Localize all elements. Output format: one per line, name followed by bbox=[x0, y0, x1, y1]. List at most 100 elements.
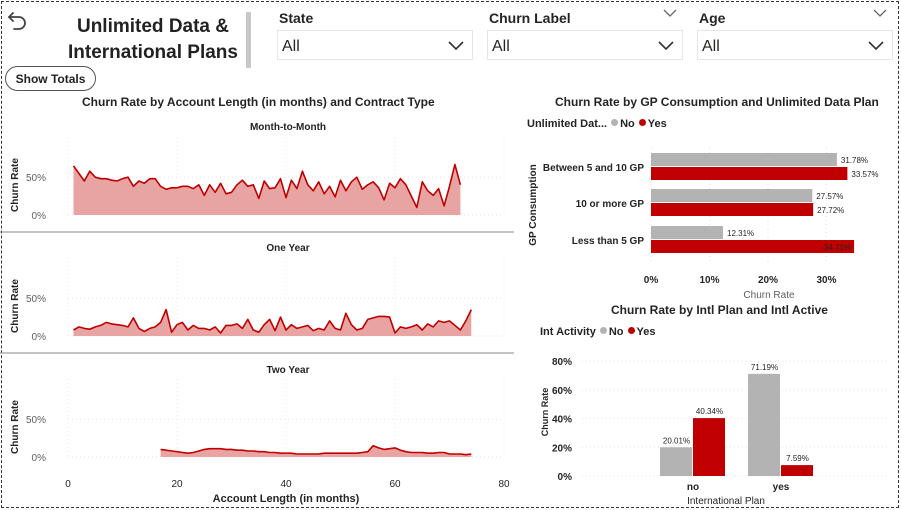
y-tick-label: 0% bbox=[32, 211, 47, 222]
account-length-area-chart: Month-to-Month Churn Rate 0% 50% One Year Chu… bbox=[0, 122, 514, 505]
bar-no bbox=[651, 153, 837, 166]
y-tick-label: 80% bbox=[552, 357, 572, 368]
state-dropdown[interactable]: All bbox=[277, 30, 473, 60]
gp-consumption-chart-title: Churn Rate by GP Consumption and Unlimit… bbox=[555, 95, 879, 109]
category-label: 10 or more GP bbox=[576, 199, 645, 210]
clear-selections-icon[interactable] bbox=[873, 8, 887, 18]
age-dropdown-value: All bbox=[702, 38, 720, 55]
churn-label-dropdown-value: All bbox=[492, 38, 510, 55]
title-accent-bar bbox=[246, 12, 251, 68]
bar-yes bbox=[781, 465, 813, 476]
y-tick-label: 0% bbox=[558, 472, 573, 483]
category-label: no bbox=[687, 482, 699, 493]
series-area bbox=[73, 164, 461, 215]
age-slicer-label: Age bbox=[699, 10, 726, 26]
page-title: Unlimited Data & International Plans bbox=[62, 14, 244, 66]
bar-yes bbox=[651, 203, 814, 216]
x-axis-title: Account Length (in months) bbox=[213, 493, 360, 505]
y-tick-label: 40% bbox=[552, 415, 572, 426]
intl-plan-chart-title: Churn Rate by Intl Plan and Intl Active bbox=[611, 303, 828, 317]
age-slicer: Age All bbox=[697, 6, 893, 62]
data-label: 20.01% bbox=[663, 436, 690, 445]
panel-title: One Year bbox=[266, 243, 309, 254]
legend-yes-label: Yes bbox=[647, 118, 667, 130]
bar-no bbox=[651, 226, 724, 239]
intl-plan-bar-chart: 0% 20% 40% 60% 80% Churn Rate 20.01% 40.34% no 71… bbox=[540, 357, 890, 507]
chevron-down-icon bbox=[448, 41, 464, 51]
chevron-down-icon bbox=[868, 41, 884, 51]
x-tick-label: 10% bbox=[699, 275, 719, 286]
gp-consumption-bar-chart: 0% 10% 20% 30% Churn Rate GP Consumption Betwe… bbox=[528, 148, 879, 301]
age-dropdown[interactable]: All bbox=[697, 30, 893, 60]
y-tick-label: 50% bbox=[26, 415, 46, 426]
category-label: Between 5 and 10 GP bbox=[543, 163, 644, 174]
series-area bbox=[160, 445, 472, 457]
data-label: 12.31% bbox=[727, 229, 754, 238]
y-axis-title: GP Consumption bbox=[528, 164, 539, 245]
y-axis-title: Churn Rate bbox=[540, 388, 550, 437]
x-tick-label: 60 bbox=[389, 479, 401, 490]
data-label: 31.78% bbox=[841, 156, 868, 165]
data-label: 71.19% bbox=[751, 363, 778, 372]
y-tick-label: 60% bbox=[552, 386, 572, 397]
page-title-line-1: Unlimited Data & bbox=[76, 16, 230, 37]
data-label: 7.59% bbox=[786, 454, 809, 463]
x-tick-label: 40 bbox=[280, 479, 292, 490]
x-axis-title: Churn Rate bbox=[743, 290, 795, 301]
data-label: 34.71% bbox=[824, 243, 851, 252]
gp-consumption-legend: Unlimited Dat... No Yes bbox=[527, 118, 667, 130]
x-axis-title: International Plan bbox=[687, 496, 765, 507]
churn-label-slicer-label: Churn Label bbox=[489, 10, 571, 26]
x-tick-label: 30% bbox=[816, 275, 836, 286]
data-label: 27.72% bbox=[817, 206, 844, 215]
data-label: 40.34% bbox=[696, 407, 723, 416]
y-tick-label: 20% bbox=[552, 443, 572, 454]
data-label: 33.57% bbox=[851, 170, 878, 179]
churn-label-slicer: Churn Label All bbox=[487, 6, 683, 62]
legend-no-label: No bbox=[620, 118, 635, 130]
show-totals-button[interactable]: Show Totals bbox=[5, 66, 96, 91]
state-dropdown-value: All bbox=[282, 38, 300, 55]
y-tick-label: 0% bbox=[32, 453, 47, 464]
bar-yes bbox=[693, 418, 725, 476]
legend-yes-marker bbox=[627, 327, 635, 334]
intl-plan-legend: Int Activity No Yes bbox=[540, 326, 655, 338]
y-tick-label: 0% bbox=[32, 332, 47, 343]
category-label: Less than 5 GP bbox=[572, 236, 645, 247]
panel-title: Month-to-Month bbox=[250, 122, 326, 133]
page-title-line-2: International Plans bbox=[68, 42, 238, 63]
back-arrow-icon[interactable] bbox=[6, 9, 30, 33]
x-tick-label: 20% bbox=[758, 275, 778, 286]
x-tick-label: 80 bbox=[498, 479, 510, 490]
x-tick-label: 0 bbox=[65, 479, 71, 490]
account-length-chart-title: Churn Rate by Account Length (in months)… bbox=[82, 95, 435, 109]
x-tick-label: 0% bbox=[644, 275, 659, 286]
state-slicer-label: State bbox=[279, 10, 314, 26]
state-slicer: State All bbox=[277, 6, 473, 62]
bar-no bbox=[651, 189, 813, 202]
bar-yes bbox=[651, 167, 848, 180]
chevron-down-icon bbox=[658, 41, 674, 51]
bar-no bbox=[748, 373, 780, 476]
bar-no bbox=[660, 447, 692, 476]
y-axis-title: Churn Rate bbox=[10, 279, 21, 333]
y-tick-label: 50% bbox=[26, 173, 46, 184]
legend-title: Int Activity bbox=[540, 326, 596, 338]
panel-title: Two Year bbox=[267, 365, 310, 376]
legend-yes-marker bbox=[638, 119, 646, 126]
y-axis-title: Churn Rate bbox=[10, 158, 21, 212]
churn-label-dropdown[interactable]: All bbox=[487, 30, 683, 60]
y-tick-label: 50% bbox=[26, 294, 46, 305]
data-label: 27.57% bbox=[816, 192, 843, 201]
y-axis-title: Churn Rate bbox=[10, 400, 21, 454]
legend-title: Unlimited Dat... bbox=[527, 118, 608, 130]
legend-yes-label: Yes bbox=[636, 326, 656, 338]
legend-no-label: No bbox=[608, 326, 624, 338]
clear-selections-icon[interactable] bbox=[663, 8, 677, 18]
report-page: Unlimited Data & International Plans Sta… bbox=[0, 0, 901, 510]
category-label: yes bbox=[773, 482, 790, 493]
legend-no-marker bbox=[599, 327, 607, 334]
x-tick-label: 20 bbox=[171, 479, 183, 490]
series-area bbox=[73, 309, 472, 336]
legend-no-marker bbox=[611, 119, 619, 126]
